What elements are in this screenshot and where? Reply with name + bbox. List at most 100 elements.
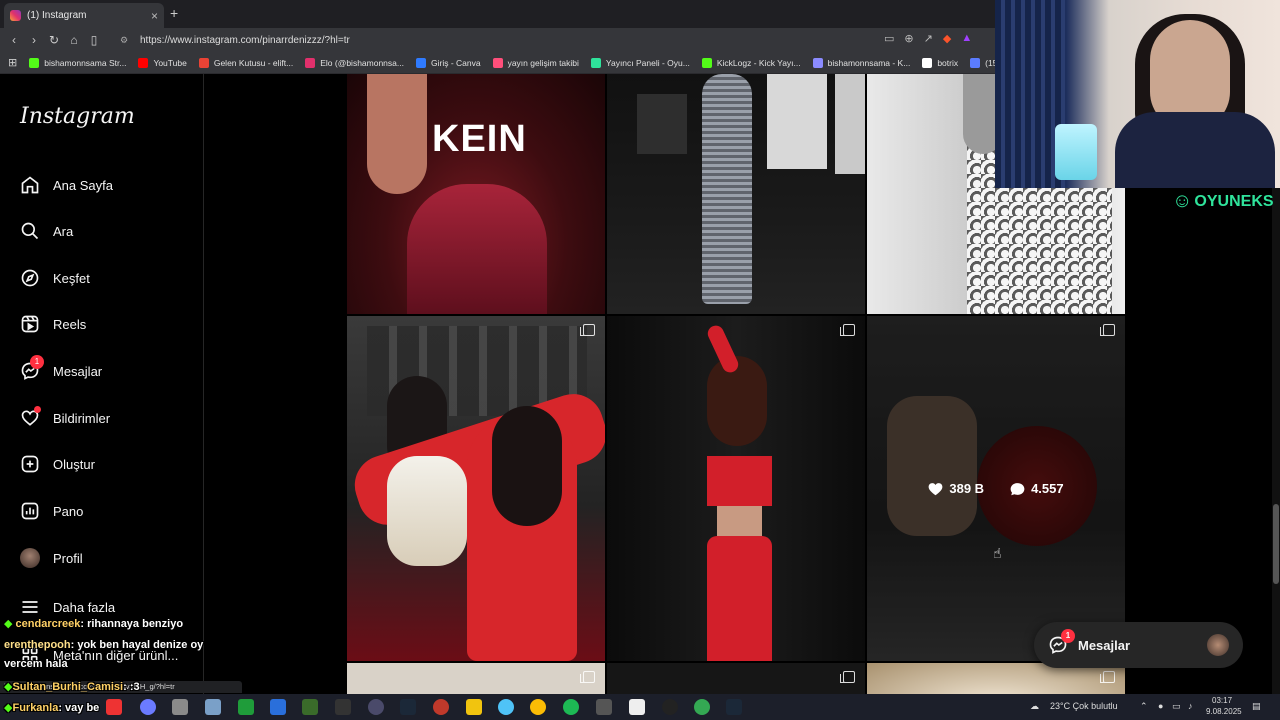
bookmark-favicon-icon xyxy=(812,57,823,68)
bookmark-item[interactable]: Yayıncı Paneli - Oyu... xyxy=(590,57,690,68)
obs-taskbar-icon[interactable] xyxy=(368,699,384,715)
steam2-taskbar-icon[interactable] xyxy=(726,699,742,715)
weather-icon[interactable]: ☁ xyxy=(1030,701,1039,712)
bookmark-item[interactable]: Elo (@bishamonnsa... xyxy=(305,57,404,68)
multi-post-icon xyxy=(580,324,595,336)
bookmark-label: Giriş - Canva xyxy=(430,57,481,68)
instagram-favicon-icon xyxy=(10,10,21,21)
network-icon[interactable]: ▭ xyxy=(1172,701,1181,712)
sidebar-item-dashboard[interactable]: Pano xyxy=(20,496,200,526)
url-field[interactable]: ⚙ https://www.instagram.com/pinarrdenizz… xyxy=(114,31,984,49)
home-browser-icon[interactable]: ⌂ xyxy=(64,33,84,47)
sidebar-item-profile[interactable]: Profil xyxy=(20,543,200,573)
sidebar-item-label: Mesajlar xyxy=(53,363,103,379)
post-tile[interactable]: KEIN xyxy=(347,74,605,314)
messenger-icon: 1 xyxy=(20,355,44,381)
app-taskbar-icon[interactable] xyxy=(140,699,156,715)
bookmark-item[interactable]: bishamonnsama Str... xyxy=(29,57,126,68)
bookmark-item[interactable]: KickLogz - Kick Yayı... xyxy=(701,57,801,68)
notifications-icon[interactable]: ▤ xyxy=(1252,701,1261,712)
new-tab-icon[interactable]: + xyxy=(170,5,178,21)
bookmark-item[interactable]: botrix xyxy=(922,57,958,68)
weather-text[interactable]: 23°C Çok bulutlu xyxy=(1050,701,1118,711)
post-tile[interactable] xyxy=(347,316,605,661)
bookmark-label: Gelen Kutusu - elift... xyxy=(213,57,294,68)
app5-taskbar-icon[interactable] xyxy=(596,699,612,715)
close-tab-icon[interactable]: × xyxy=(151,9,158,23)
bookmark-item[interactable]: YouTube xyxy=(138,57,187,68)
mic-icon[interactable]: ● xyxy=(1158,701,1163,711)
multi-post-icon xyxy=(840,671,855,683)
post-tile-hovered[interactable]: 389 B 4.557 xyxy=(867,316,1125,661)
bookmark-item[interactable]: Giriş - Canva xyxy=(415,57,481,68)
sidebar-item-label: Pano xyxy=(53,503,84,519)
scrollbar-thumb[interactable] xyxy=(1273,504,1279,584)
sidebar-item-create[interactable]: Oluştur xyxy=(20,449,200,479)
back-icon[interactable]: ‹ xyxy=(4,33,24,47)
bookmark-label: Elo (@bishamonnsa... xyxy=(320,57,404,68)
sidebar-item-notifications[interactable]: Bildirimler xyxy=(20,403,200,433)
tray-chevron-icon[interactable]: ⌃ xyxy=(1140,701,1148,712)
chrome2-taskbar-icon[interactable] xyxy=(694,699,710,715)
reels-icon xyxy=(20,314,40,334)
clock-date[interactable]: 9.08.2025 xyxy=(1206,707,1242,716)
forward-icon[interactable]: › xyxy=(24,33,44,47)
brave-shield-icon[interactable]: ◆ xyxy=(943,32,951,45)
brave-taskbar-icon[interactable] xyxy=(106,699,122,715)
files-taskbar-icon[interactable] xyxy=(172,699,188,715)
sidebar-item-reels[interactable]: Reels xyxy=(20,309,200,339)
heart-icon xyxy=(20,406,41,428)
url-text: https://www.instagram.com/pinarrdenizzz/… xyxy=(140,34,350,46)
app6-taskbar-icon[interactable] xyxy=(662,699,678,715)
game-taskbar-icon[interactable] xyxy=(302,699,318,715)
bookmark-item[interactable]: Gelen Kutusu - elift... xyxy=(198,57,294,68)
tab-title: (1) Instagram xyxy=(27,10,87,21)
menu-icon xyxy=(20,597,40,617)
epic-taskbar-icon[interactable] xyxy=(335,699,351,715)
app3-taskbar-icon[interactable] xyxy=(466,699,482,715)
bookmark-icon[interactable]: ▯ xyxy=(84,33,104,47)
bookmark-item[interactable]: bishamonnsama - K... xyxy=(812,57,910,68)
notion-taskbar-icon[interactable] xyxy=(629,699,645,715)
steam-taskbar-icon[interactable] xyxy=(400,699,416,715)
apps-icon[interactable]: ⊞ xyxy=(8,56,17,69)
bookmark-label: YouTube xyxy=(153,57,187,68)
post-tile[interactable] xyxy=(607,74,865,314)
bookmark-item[interactable]: yayın gelişim takibi xyxy=(492,57,579,68)
bookmark-label: Yayıncı Paneli - Oyu... xyxy=(605,57,690,68)
browser-tab-instagram[interactable]: (1) Instagram × xyxy=(4,3,164,28)
clock-time[interactable]: 03:17 xyxy=(1212,696,1232,705)
spotify-taskbar-icon[interactable] xyxy=(563,699,579,715)
heart-filled-icon xyxy=(929,482,943,495)
dashboard-icon xyxy=(20,501,40,521)
store-taskbar-icon[interactable] xyxy=(270,699,286,715)
compass-icon xyxy=(20,268,40,288)
app2-taskbar-icon[interactable] xyxy=(433,699,449,715)
post-tile[interactable] xyxy=(607,316,865,661)
reload-icon[interactable]: ↻ xyxy=(44,33,64,47)
cast-icon[interactable]: ▭ xyxy=(884,32,894,45)
tool-taskbar-icon[interactable] xyxy=(205,699,221,715)
messages-pill-badge: 1 xyxy=(1061,629,1075,643)
post-tile[interactable] xyxy=(607,663,865,694)
site-info-icon[interactable]: ⚙ xyxy=(120,35,130,46)
messages-pill-button[interactable]: 1 Mesajlar xyxy=(1034,622,1243,668)
address-bar-actions: ▭ ⊕ ↗ ◆ ▲ xyxy=(884,32,972,45)
zoom-icon[interactable]: ⊕ xyxy=(904,32,913,45)
chat-message: ◆Sultan_Burhi_Camisi: :3 xyxy=(4,681,140,693)
sidebar-item-messages[interactable]: 1 Mesajlar xyxy=(20,355,200,386)
chat-message: ◆ cendarcreek: rihannaya benziyo xyxy=(4,618,184,630)
share-icon[interactable]: ↗ xyxy=(924,32,933,45)
bookmark-favicon-icon xyxy=(492,57,503,68)
sidebar-item-label: Daha fazla xyxy=(53,599,116,615)
excel-taskbar-icon[interactable] xyxy=(238,699,254,715)
chrome-taskbar-icon[interactable] xyxy=(530,699,546,715)
volume-icon[interactable]: ♪ xyxy=(1188,701,1193,711)
sidebar-item-search[interactable]: Ara xyxy=(20,216,200,246)
rewards-icon[interactable]: ▲ xyxy=(961,32,972,45)
sidebar-item-home[interactable]: Ana Sayfa xyxy=(20,170,200,200)
app4-taskbar-icon[interactable] xyxy=(498,699,514,715)
sidebar-item-explore[interactable]: Keşfet xyxy=(20,263,200,293)
post-tile[interactable] xyxy=(347,663,605,694)
instagram-logo[interactable]: Instagram xyxy=(20,104,135,129)
